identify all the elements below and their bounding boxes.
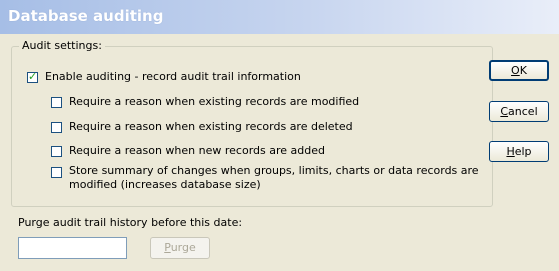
reason-added-checkbox[interactable] bbox=[51, 146, 62, 157]
reason-deleted-label[interactable]: Require a reason when existing records a… bbox=[69, 120, 353, 133]
ok-button[interactable]: OK bbox=[489, 60, 549, 81]
ok-mnemonic: O bbox=[511, 64, 520, 77]
purge-label-rest: urge bbox=[170, 241, 196, 254]
help-mnemonic: H bbox=[506, 145, 515, 158]
title-bar: Database auditing bbox=[0, 0, 559, 34]
dialog-title: Database auditing bbox=[8, 7, 164, 25]
help-label-rest: elp bbox=[514, 145, 532, 158]
database-auditing-dialog: Database auditing Audit settings: Enable… bbox=[0, 0, 559, 271]
cancel-button[interactable]: Cancel bbox=[489, 101, 549, 122]
store-summary-label-line1[interactable]: Store summary of changes when groups, li… bbox=[69, 164, 479, 177]
purge-button[interactable]: Purge bbox=[150, 237, 210, 259]
store-summary-checkbox[interactable] bbox=[51, 167, 62, 178]
help-button[interactable]: Help bbox=[489, 141, 549, 162]
enable-auditing-label[interactable]: Enable auditing - record audit trail inf… bbox=[45, 70, 301, 83]
reason-modified-label[interactable]: Require a reason when existing records a… bbox=[69, 95, 359, 108]
store-summary-label-line2[interactable]: modified (increases database size) bbox=[69, 178, 261, 191]
reason-modified-checkbox[interactable] bbox=[51, 97, 62, 108]
reason-deleted-checkbox[interactable] bbox=[51, 122, 62, 133]
cancel-label-rest: ancel bbox=[508, 105, 538, 118]
audit-settings-legend: Audit settings: bbox=[19, 39, 105, 52]
purge-date-field[interactable] bbox=[18, 237, 127, 259]
purge-label: Purge audit trail history before this da… bbox=[18, 216, 243, 229]
reason-added-label[interactable]: Require a reason when new records are ad… bbox=[69, 144, 325, 157]
enable-auditing-checkbox[interactable] bbox=[27, 70, 38, 83]
cancel-mnemonic: C bbox=[500, 105, 509, 118]
ok-label-rest: K bbox=[519, 64, 527, 77]
